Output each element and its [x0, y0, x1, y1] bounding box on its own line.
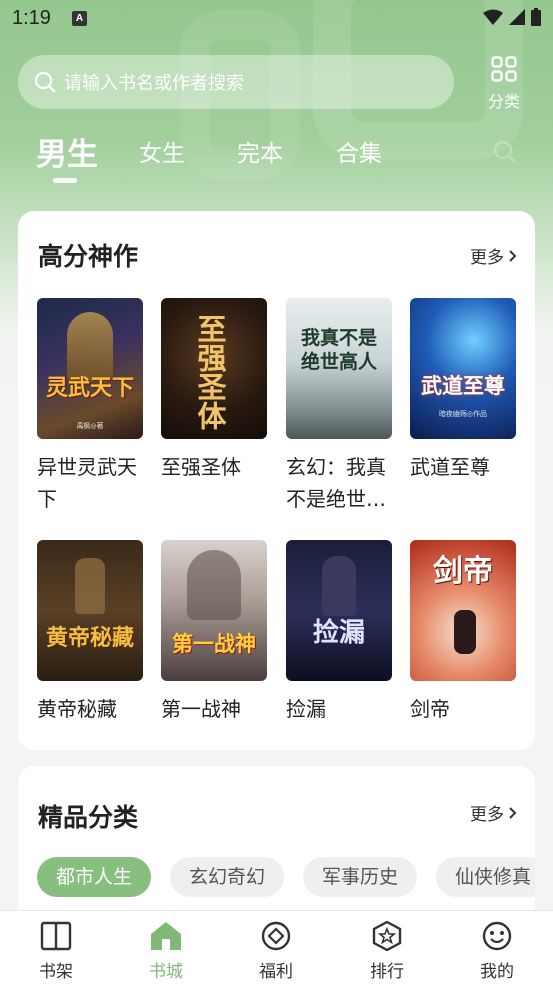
cover-author: 禹枫◎著: [76, 422, 104, 430]
book-icon: [40, 921, 72, 951]
nav-bookshelf[interactable]: 书架: [26, 921, 86, 982]
book-item[interactable]: 灵武天下 禹枫◎著 异世灵武天下: [37, 298, 143, 515]
bottom-navigation: 书架 书城 福利 排行 我的: [0, 910, 553, 984]
status-bar: 1:19 A: [0, 0, 553, 38]
nav-label: 我的: [480, 962, 514, 982]
book-cover: 至强圣体: [161, 298, 267, 439]
category-label: 分类: [487, 92, 520, 111]
tab-completed[interactable]: 完本: [237, 134, 283, 168]
book-cover: 黄帝秘藏: [37, 540, 143, 681]
book-item[interactable]: 武道至尊 暗夜幽殇◎作品 武道至尊: [410, 298, 516, 483]
book-item[interactable]: 黄帝秘藏 黄帝秘藏: [37, 540, 143, 725]
nav-mine[interactable]: 我的: [467, 921, 527, 982]
nav-label: 排行: [370, 962, 404, 982]
battery-icon: [531, 8, 541, 26]
nav-label: 福利: [259, 962, 293, 982]
book-cover: 灵武天下 禹枫◎著: [37, 298, 143, 439]
book-cover: 我真不是绝世高人: [286, 298, 392, 439]
book-title: 武道至尊: [410, 455, 490, 479]
search-icon: [34, 71, 56, 93]
book-item[interactable]: 第一战神 第一战神: [161, 540, 267, 725]
nav-welfare[interactable]: 福利: [246, 921, 306, 982]
nav-ranking[interactable]: 排行: [357, 920, 417, 982]
book-title: 至强圣体: [161, 455, 241, 479]
genre-chip[interactable]: 军事历史: [303, 857, 418, 897]
book-title: 异世灵武天下: [37, 455, 137, 511]
book-title: 剑帝: [410, 697, 450, 721]
grid-icon: [491, 56, 517, 82]
book-item[interactable]: 至强圣体 至强圣体: [161, 298, 267, 483]
high-score-section: 高分神作 更多 灵武天下 禹枫◎著 异世灵武天下 至强圣体 至强圣体 我真不是绝…: [18, 211, 535, 750]
nav-bookstore[interactable]: 书城: [136, 921, 196, 982]
nav-label: 书架: [39, 962, 73, 982]
book-title: 玄幻：我真不是绝世高人: [286, 455, 386, 511]
search-placeholder: 请输入书名或作者搜索: [64, 73, 244, 94]
more-label: 更多: [470, 248, 504, 268]
cover-figure: [454, 610, 476, 654]
home-icon: [151, 922, 181, 950]
notification-icon: A: [72, 11, 87, 26]
chevron-right-icon: [509, 249, 517, 262]
cover-title: 剑帝: [433, 554, 493, 589]
book-title: 捡漏: [286, 697, 326, 721]
faded-search-icon: [493, 140, 516, 163]
chevron-right-icon: [509, 806, 517, 819]
cover-author: 暗夜幽殇◎作品: [438, 410, 488, 418]
genre-chips: 都市人生 玄幻奇幻 军事历史 仙侠修真: [37, 857, 535, 897]
nav-label: 书城: [149, 962, 183, 982]
tab-male[interactable]: 男生: [36, 129, 98, 174]
tab-indicator: [53, 178, 77, 183]
smiley-icon: [482, 921, 512, 951]
book-cover: 捡漏: [286, 540, 392, 681]
book-cover: 第一战神: [161, 540, 267, 681]
tab-female[interactable]: 女生: [139, 134, 185, 168]
rank-star-icon: [372, 920, 402, 952]
book-title: 第一战神: [161, 697, 241, 721]
book-cover: 剑帝: [410, 540, 516, 681]
cover-title: 黄帝秘藏: [45, 625, 134, 651]
book-item[interactable]: 剑帝 剑帝: [410, 540, 516, 725]
system-icons: [483, 8, 541, 26]
section-title: 高分神作: [38, 242, 139, 271]
more-link[interactable]: 更多: [470, 800, 517, 825]
genre-chip[interactable]: 玄幻奇幻: [170, 857, 285, 897]
book-title: 黄帝秘藏: [37, 697, 117, 721]
status-time: 1:19: [12, 7, 51, 29]
cover-figure: [187, 550, 241, 620]
genre-chip[interactable]: 仙侠修真: [436, 857, 535, 897]
cover-title: 灵武天下: [45, 375, 134, 401]
cover-title: 捡漏: [312, 618, 365, 648]
section-title: 精品分类: [38, 803, 139, 832]
tab-collection[interactable]: 合集: [336, 134, 382, 168]
cover-figure: [322, 556, 356, 616]
category-button[interactable]: 分类: [482, 56, 526, 112]
more-link[interactable]: 更多: [470, 243, 517, 268]
genre-chip[interactable]: 都市人生: [37, 857, 152, 897]
wifi-icon: [483, 9, 503, 25]
signal-icon: [509, 9, 525, 25]
cover-title: 武道至尊: [421, 373, 505, 398]
cover-figure: [75, 558, 105, 614]
book-item[interactable]: 我真不是绝世高人 玄幻：我真不是绝世高人: [286, 298, 392, 515]
more-label: 更多: [470, 805, 504, 825]
book-item[interactable]: 捡漏 捡漏: [286, 540, 392, 725]
search-bar[interactable]: 请输入书名或作者搜索: [18, 55, 454, 109]
diamond-icon: [261, 921, 291, 951]
book-cover: 武道至尊 暗夜幽殇◎作品: [410, 298, 516, 439]
cover-title: 至强圣体: [193, 314, 227, 430]
cover-title: 第一战神: [172, 631, 256, 656]
cover-title: 我真不是绝世高人: [300, 327, 377, 373]
bookstore-screen: 1:19 A 请输入书名或作者搜索 分类 男生 女生 完本 合集 高分神作 更多…: [0, 0, 553, 984]
